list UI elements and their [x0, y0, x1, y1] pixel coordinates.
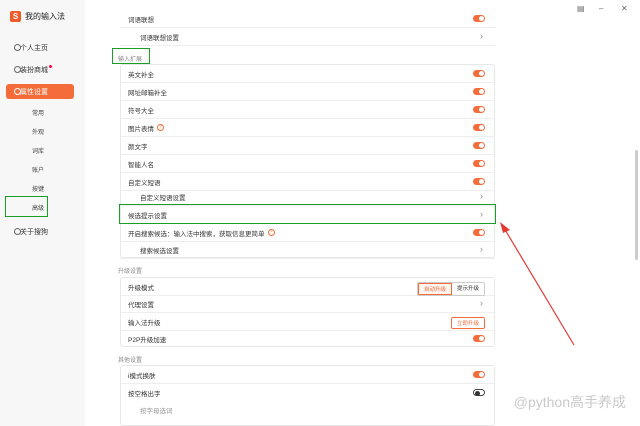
annotation-arrow: [500, 222, 575, 346]
watermark-text: @python高手养成: [513, 394, 626, 410]
